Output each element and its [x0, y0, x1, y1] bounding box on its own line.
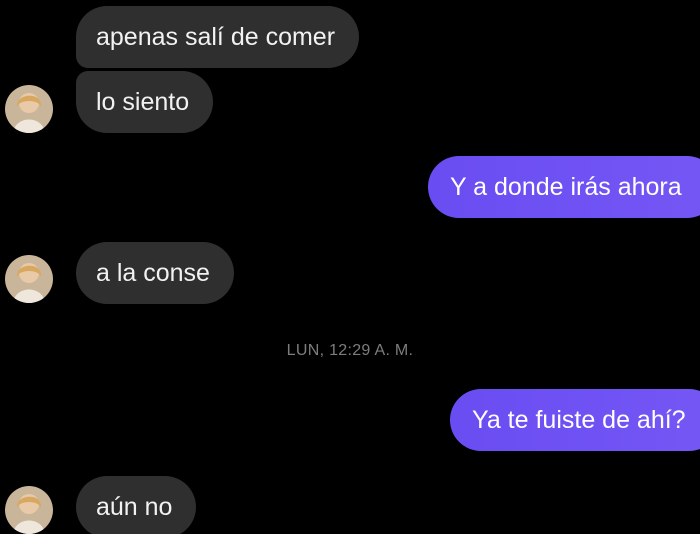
incoming-message-bubble[interactable]: a la conse: [76, 242, 234, 304]
message-text: Y a donde irás ahora: [450, 173, 682, 201]
timestamp-divider: LUN, 12:29 A. M.: [286, 342, 414, 359]
contact-avatar-icon[interactable]: [5, 85, 53, 133]
message-text: lo siento: [96, 88, 190, 116]
message-text: apenas salí de comer: [96, 23, 336, 51]
message-text: aún no: [96, 493, 173, 521]
outgoing-message-bubble[interactable]: Y a donde irás ahora: [428, 156, 700, 218]
contact-avatar-icon[interactable]: [5, 255, 53, 303]
incoming-message-bubble[interactable]: aún no: [76, 476, 197, 534]
contact-avatar-icon[interactable]: [5, 486, 53, 534]
incoming-message-bubble[interactable]: lo siento: [76, 71, 214, 133]
outgoing-message-bubble[interactable]: Ya te fuiste de ahí?: [450, 389, 700, 451]
message-text: a la conse: [96, 259, 210, 287]
incoming-message-bubble[interactable]: apenas salí de comer: [76, 6, 360, 68]
message-text: Ya te fuiste de ahí?: [472, 406, 686, 434]
chat-thread[interactable]: apenas salí de comer lo siento Y a donde…: [0, 0, 700, 534]
